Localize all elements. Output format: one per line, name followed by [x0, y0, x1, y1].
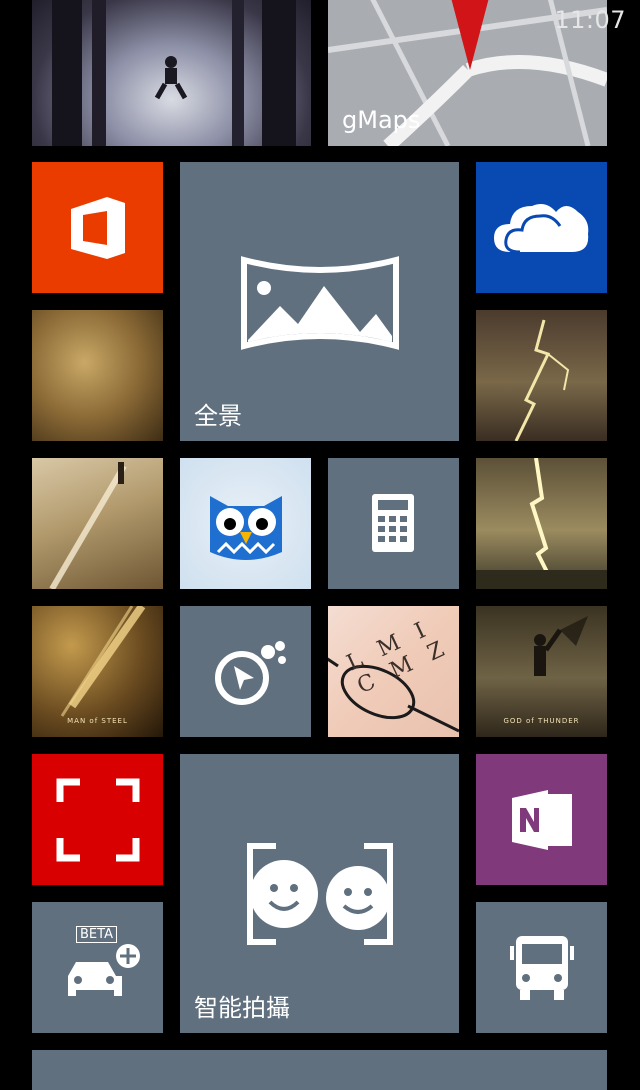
bus-icon — [510, 936, 574, 1000]
panorama-icon — [241, 256, 399, 350]
tile-photo-storm[interactable] — [476, 458, 607, 589]
tile-photo-sepia[interactable] — [32, 310, 163, 441]
smiling-faces-icon — [247, 842, 393, 946]
tile-god-of-thunder[interactable]: GOD of THUNDER — [476, 606, 607, 737]
tile-man-of-steel[interactable]: MAN of STEEL — [32, 606, 163, 737]
tile-glasses-book[interactable]: L M I C M Z — [328, 606, 459, 737]
beta-badge: BETA — [76, 926, 117, 943]
tile-onedrive[interactable] — [476, 162, 607, 293]
flying-figure-icon — [49, 462, 127, 589]
calculator-icon — [372, 494, 414, 552]
tile-movie-poster-forest[interactable] — [32, 0, 311, 146]
tile-photo-superman[interactable] — [32, 458, 163, 589]
tile-bus[interactable] — [476, 902, 607, 1033]
tile-label-panorama: 全景 — [194, 402, 242, 430]
lightning-icon — [476, 458, 607, 589]
tile-onenote[interactable] — [476, 754, 607, 885]
tile-panorama[interactable]: 全景 — [180, 162, 459, 441]
compass-arrow-icon — [215, 641, 286, 705]
tile-calculator[interactable] — [328, 458, 459, 589]
tile-navigation-app[interactable] — [180, 606, 311, 737]
lightning-icon — [514, 319, 570, 441]
owl-icon — [210, 496, 282, 560]
tile-label-gmaps: gMaps — [342, 106, 421, 134]
car-add-icon — [68, 944, 140, 996]
tile-wide-partial[interactable] — [32, 1050, 607, 1090]
tile-office[interactable] — [32, 162, 163, 293]
tile-owl-app[interactable] — [180, 458, 311, 589]
tile-car-beta[interactable]: BETA — [32, 902, 163, 1033]
cloud-icon — [494, 204, 589, 254]
onenote-icon — [512, 790, 572, 850]
poster-credit-god-of-thunder: GOD of THUNDER — [503, 717, 580, 725]
tile-smart-shoot[interactable]: 智能拍攝 — [180, 754, 459, 1033]
status-time: 11:07 — [554, 6, 626, 34]
office-icon — [71, 197, 125, 259]
tile-label-smart-shoot: 智能拍攝 — [194, 994, 290, 1022]
scan-frame-icon — [56, 778, 140, 862]
tile-scanner[interactable] — [32, 754, 163, 885]
forest-figure-icon — [52, 0, 296, 146]
tile-photo-lightning[interactable] — [476, 310, 607, 441]
poster-credit-man-of-steel: MAN of STEEL — [67, 717, 128, 725]
